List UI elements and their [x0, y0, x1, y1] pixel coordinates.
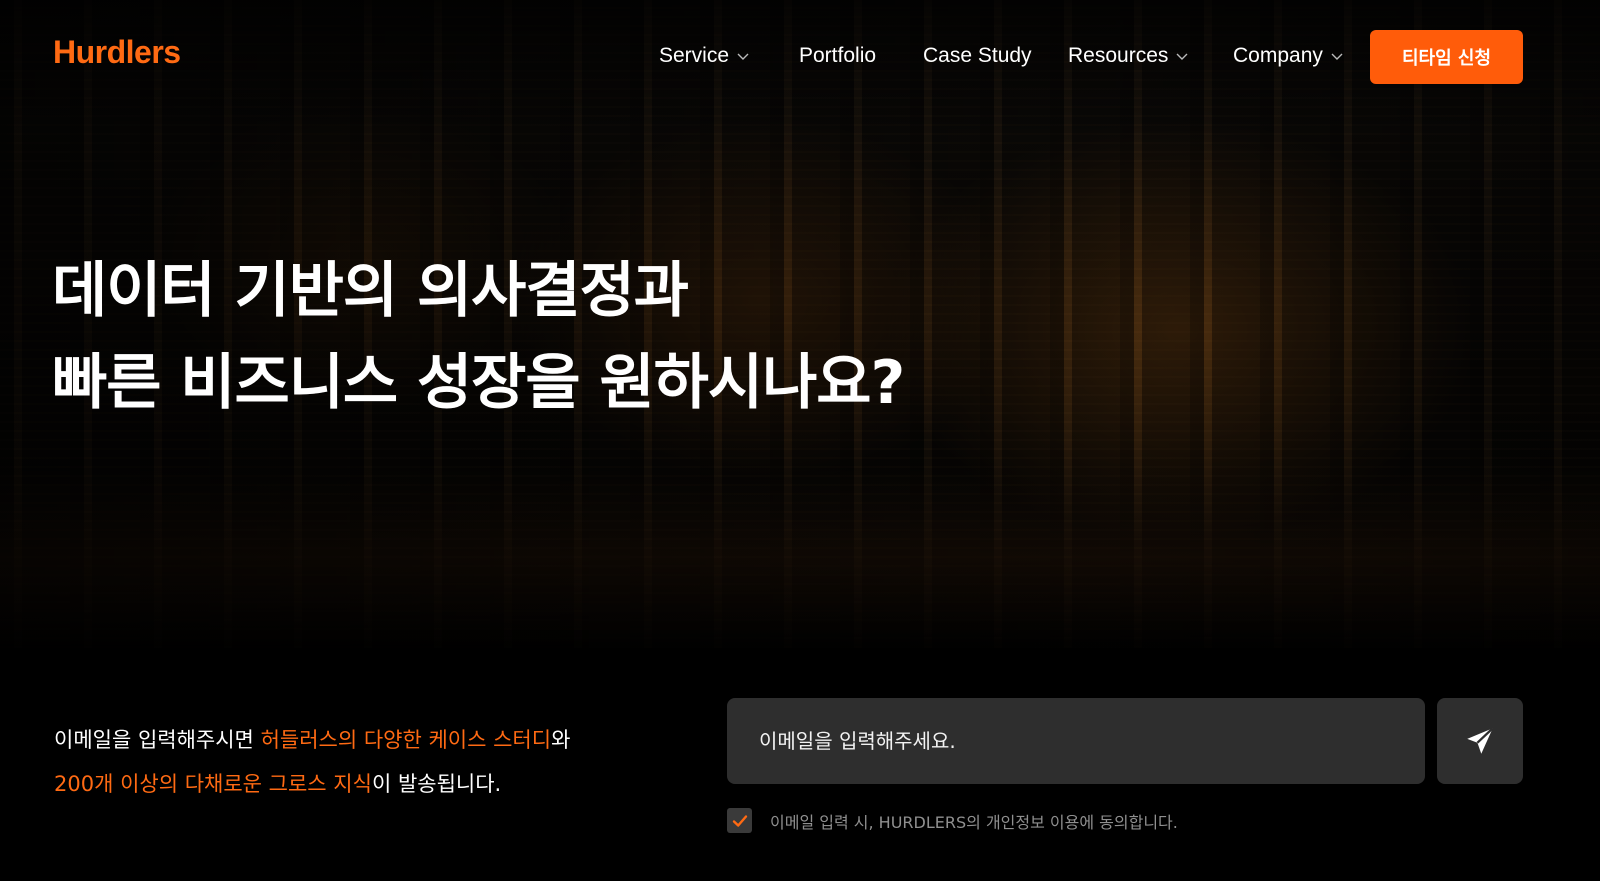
- top-navigation: Hurdlers Service Portfolio Case Study Re…: [0, 0, 1600, 116]
- nav-item-resources[interactable]: Resources: [1068, 44, 1188, 68]
- paper-plane-icon: [1467, 727, 1494, 754]
- nav-item-portfolio[interactable]: Portfolio: [799, 44, 876, 68]
- chevron-down-icon: [1176, 53, 1188, 60]
- privacy-consent: 이메일 입력 시, HURDLERS의 개인정보 이용에 동의합니다.: [727, 808, 1178, 833]
- nav-item-service[interactable]: Service: [659, 44, 749, 68]
- headline-line-2: 빠른 비즈니스 성장을 원하시나요?: [52, 348, 905, 418]
- chevron-down-icon: [1331, 53, 1343, 60]
- chevron-down-icon: [737, 53, 749, 60]
- nav-item-company[interactable]: Company: [1233, 44, 1343, 68]
- email-input[interactable]: [727, 698, 1425, 784]
- nav-item-case-study[interactable]: Case Study: [923, 44, 1032, 68]
- hero-headline: 데이터 기반의 의사결정과 빠른 비즈니스 성장을 원하시나요?: [52, 245, 905, 429]
- consent-label: 이메일 입력 시, HURDLERS의 개인정보 이용에 동의합니다.: [770, 812, 1178, 832]
- checkmark-icon: [732, 814, 747, 827]
- consent-checkbox[interactable]: [727, 808, 752, 833]
- newsletter-section: 이메일을 입력해주시면 허들러스의 다양한 케이스 스터디와 200개 이상의 …: [0, 648, 1600, 881]
- teatime-request-button[interactable]: 티타임 신청: [1370, 30, 1523, 84]
- logo[interactable]: Hurdlers: [53, 34, 181, 71]
- newsletter-promo-text: 이메일을 입력해주시면 허들러스의 다양한 케이스 스터디와 200개 이상의 …: [54, 728, 571, 796]
- send-button[interactable]: [1437, 698, 1523, 784]
- headline-line-1: 데이터 기반의 의사결정과: [52, 256, 689, 326]
